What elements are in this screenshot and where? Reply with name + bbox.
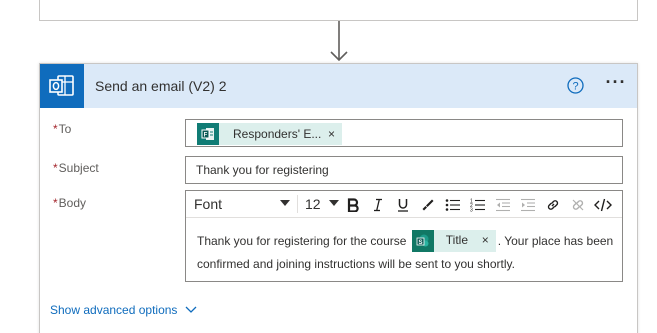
- token-label: Responders' E...: [233, 127, 322, 141]
- font-select-value: Font: [194, 196, 223, 212]
- code-view-icon[interactable]: [593, 195, 613, 215]
- decrease-indent-icon[interactable]: [493, 195, 513, 215]
- send-email-action-card: Send an email (V2) 2 ? ··· *To F Respond…: [39, 63, 638, 333]
- token-remove-icon[interactable]: ×: [482, 229, 489, 252]
- underline-icon[interactable]: [393, 195, 413, 215]
- help-icon[interactable]: ?: [567, 77, 584, 94]
- caret-down-icon: [329, 200, 339, 206]
- subject-input[interactable]: Thank you for registering: [185, 156, 623, 184]
- card-header[interactable]: Send an email (V2) 2 ? ···: [40, 64, 637, 108]
- subject-label-text: Subject: [58, 161, 99, 175]
- subject-label: *Subject: [53, 161, 99, 175]
- card-title: Send an email (V2) 2: [95, 78, 227, 94]
- previous-action-card: [39, 0, 638, 21]
- more-options-icon[interactable]: ···: [603, 73, 629, 96]
- font-size-value: 12: [305, 196, 321, 212]
- font-family-select[interactable]: Font: [194, 196, 290, 212]
- editor-toolbar: Font 12 123: [186, 191, 622, 218]
- to-field[interactable]: F Responders' E... ×: [185, 119, 623, 147]
- numbered-list-icon[interactable]: 123: [468, 195, 488, 215]
- link-icon[interactable]: [543, 195, 563, 215]
- bold-icon[interactable]: [343, 195, 363, 215]
- caret-down-icon: [280, 200, 290, 206]
- svg-text:S: S: [418, 240, 422, 246]
- forms-icon: F: [197, 123, 219, 145]
- flow-arrow-icon: [330, 21, 348, 62]
- required-marker: *: [53, 196, 58, 210]
- responders-email-token[interactable]: F Responders' E... ×: [197, 123, 342, 145]
- chevron-down-icon: [185, 306, 197, 313]
- show-advanced-options-link[interactable]: Show advanced options: [50, 303, 197, 317]
- to-label-text: To: [58, 122, 72, 136]
- svg-text:?: ?: [572, 81, 578, 93]
- italic-icon[interactable]: [368, 195, 388, 215]
- body-text-before: Thank you for registering for the course: [197, 234, 407, 248]
- toolbar-divider: [297, 195, 298, 213]
- body-label: *Body: [53, 196, 86, 210]
- highlight-icon[interactable]: [418, 195, 438, 215]
- title-token[interactable]: S Title ×: [411, 229, 496, 252]
- bullet-list-icon[interactable]: [443, 195, 463, 215]
- body-content[interactable]: Thank you for registering for the course…: [197, 229, 617, 276]
- increase-indent-icon[interactable]: [518, 195, 538, 215]
- token-remove-icon[interactable]: ×: [328, 127, 335, 141]
- to-label: *To: [53, 122, 71, 136]
- svg-text:3: 3: [470, 208, 473, 213]
- body-label-text: Body: [58, 196, 87, 210]
- unlink-icon[interactable]: [568, 195, 588, 215]
- required-marker: *: [53, 122, 58, 136]
- sharepoint-icon: S: [411, 229, 434, 252]
- body-editor[interactable]: Font 12 123 Thank you for registering fo…: [185, 190, 623, 282]
- advanced-label: Show advanced options: [50, 303, 178, 317]
- svg-text:F: F: [204, 133, 208, 139]
- outlook-icon: [40, 64, 84, 108]
- font-size-select[interactable]: 12: [305, 196, 339, 212]
- required-marker: *: [53, 161, 58, 175]
- token-label: Title: [445, 233, 469, 248]
